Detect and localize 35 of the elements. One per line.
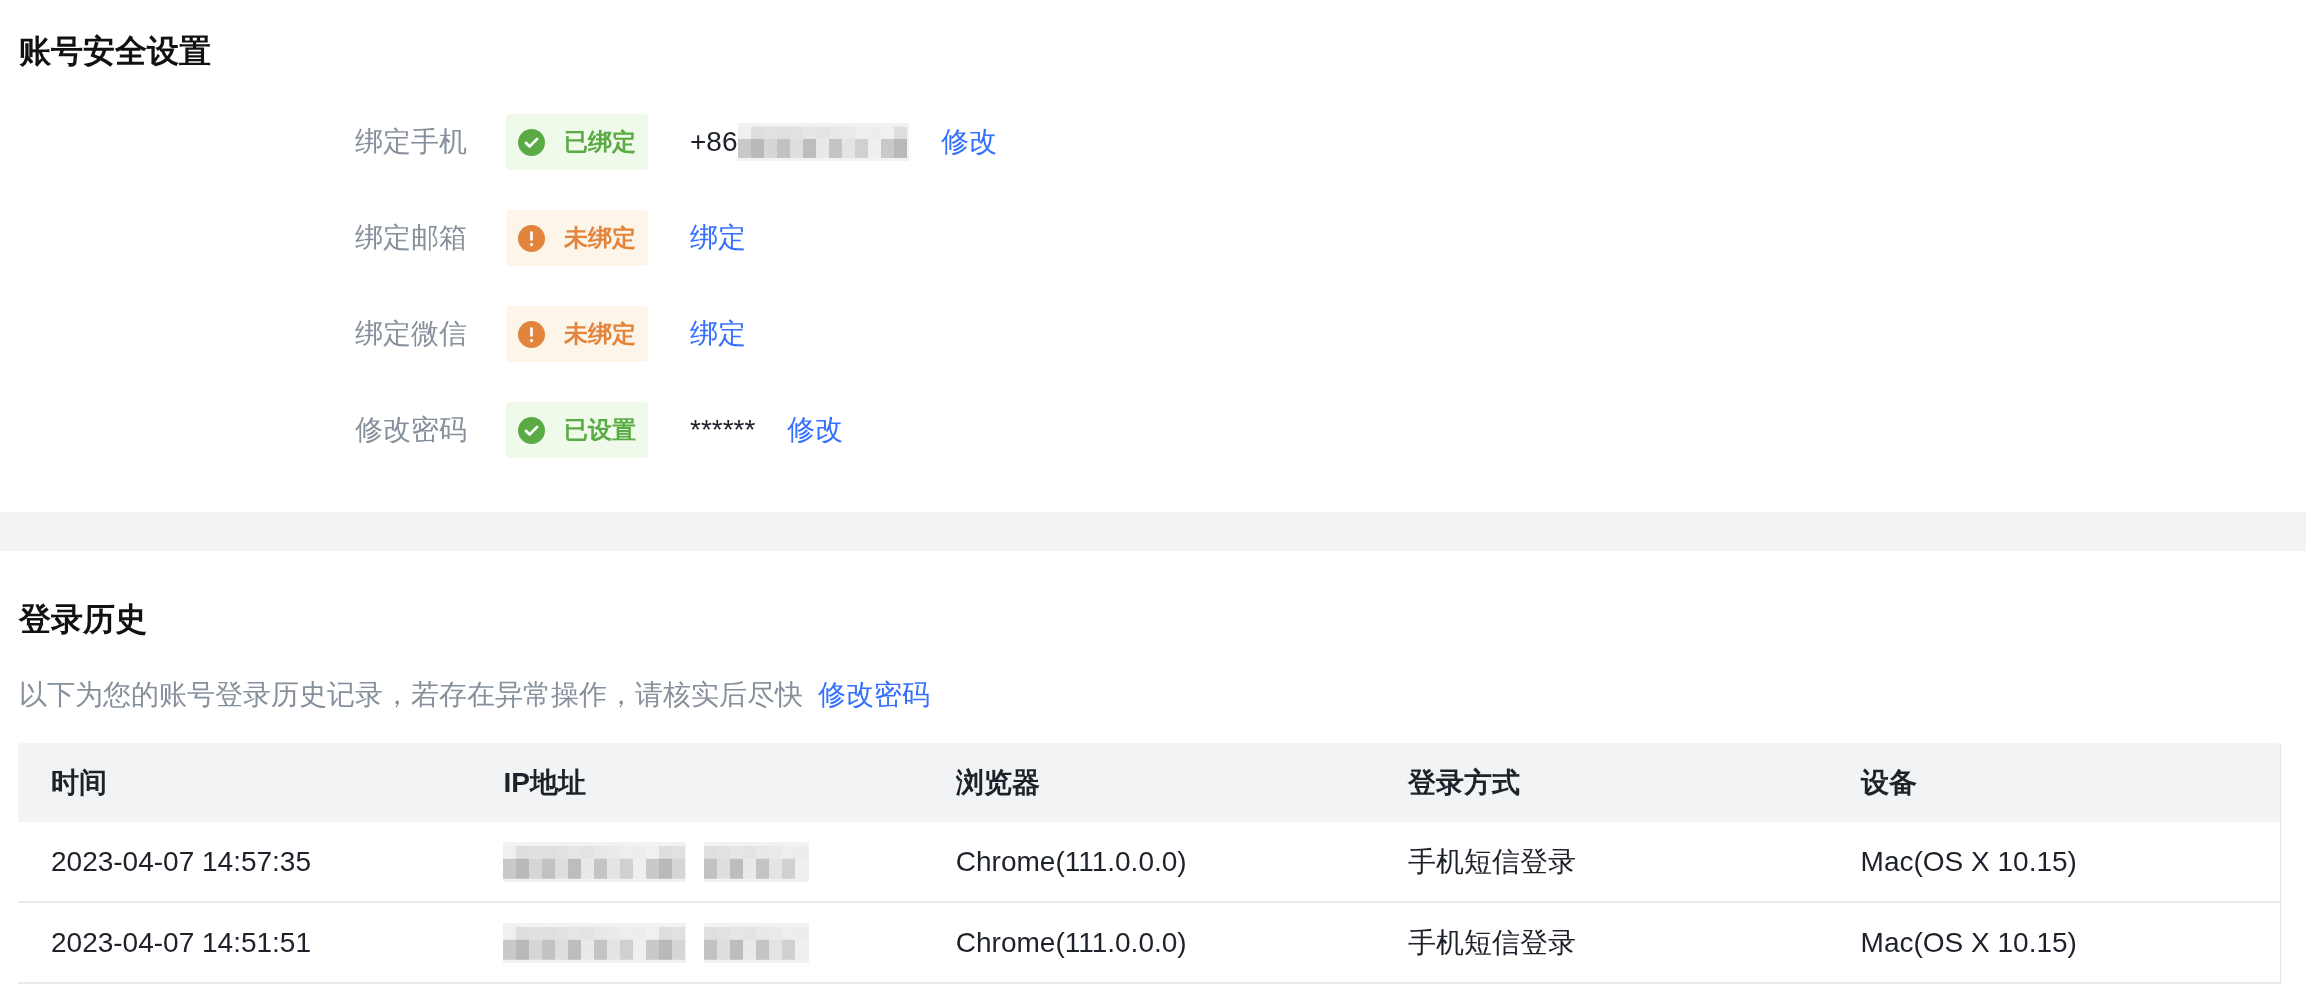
change-password-link[interactable]: 修改密码 (818, 679, 930, 710)
status-text: 已设置 (564, 415, 636, 445)
check-circle-icon (518, 128, 545, 156)
exclamation-circle-icon (518, 320, 545, 348)
table-cell-text: 手机短信登录 (1407, 844, 1578, 879)
column-header: IP地址 (502, 765, 587, 800)
table-cell-text: Chrome(111.0.0.0) (954, 925, 1188, 960)
table-cell-text: Mac(OS X 10.15) (1859, 925, 2078, 960)
section-title: 登录历史 (19, 600, 147, 639)
check-circle-icon (518, 416, 545, 444)
status-text: 已绑定 (564, 127, 636, 157)
column-header: 设备 (1859, 765, 1918, 800)
history-description: 以下为您的账号登录历史记录，若存在异常操作，请核实后尽快 修改密码 (19, 678, 930, 712)
table-cell-text: Chrome(111.0.0.0) (954, 844, 1188, 879)
table-cell-text: 2023-04-07 14:57:35 (50, 844, 312, 879)
column-header: 浏览器 (954, 765, 1041, 800)
status-text: 未绑定 (564, 319, 636, 349)
status-text: 未绑定 (564, 223, 636, 253)
setting-action-link[interactable]: 修改 (787, 410, 844, 450)
table-cell-text: Mac(OS X 10.15) (1859, 844, 2078, 879)
setting-action-link[interactable]: 绑定 (690, 314, 746, 354)
setting-action-link[interactable]: 修改 (940, 122, 997, 162)
setting-label: 绑定邮箱 (355, 221, 467, 255)
setting-label: 绑定手机 (355, 125, 467, 159)
exclamation-circle-icon (518, 224, 545, 252)
table-cell-text: 2023-04-07 14:51:51 (50, 925, 312, 960)
column-header: 登录方式 (1406, 765, 1522, 800)
setting-value: +86 (690, 125, 738, 159)
section-title: 账号安全设置 (19, 32, 211, 71)
setting-label: 修改密码 (355, 413, 467, 447)
table-cell-text: 手机短信登录 (1407, 925, 1578, 960)
setting-value: ****** (690, 413, 756, 447)
column-header: 时间 (50, 765, 108, 800)
setting-label: 绑定微信 (355, 317, 467, 351)
setting-action-link[interactable]: 绑定 (690, 218, 746, 258)
